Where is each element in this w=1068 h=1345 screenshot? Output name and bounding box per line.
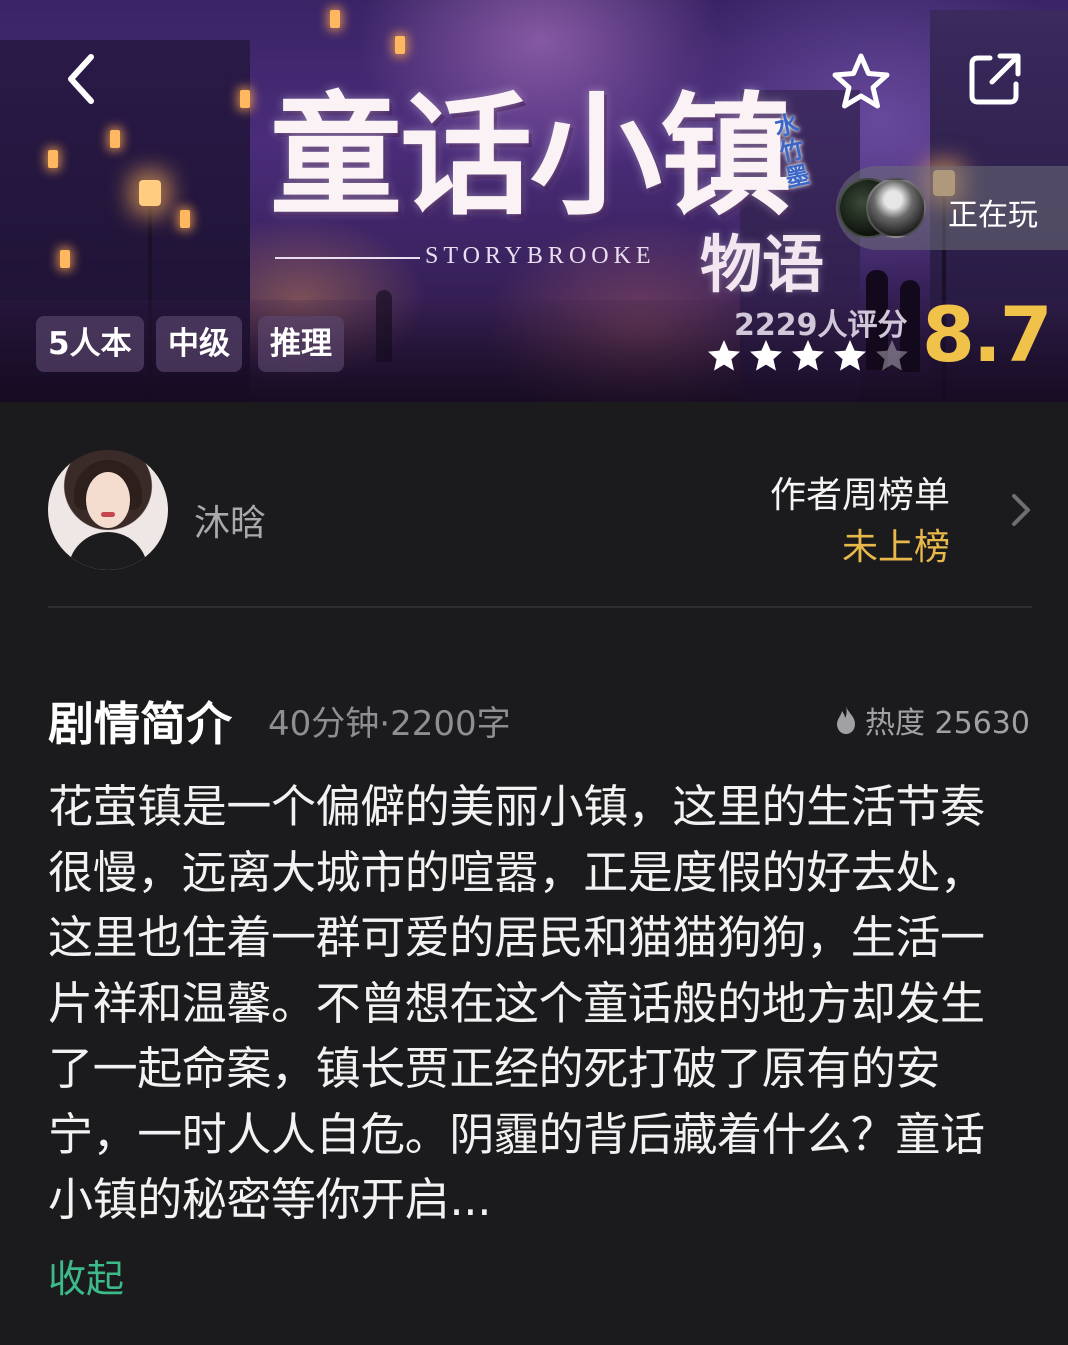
flame-icon bbox=[837, 706, 856, 734]
rating-score: 8.7 bbox=[922, 290, 1053, 379]
chevron-left-icon bbox=[68, 54, 94, 104]
window-light bbox=[180, 210, 190, 228]
back-button[interactable] bbox=[46, 44, 116, 114]
silhouette-figure bbox=[376, 290, 392, 362]
author-avatar[interactable] bbox=[48, 450, 168, 570]
avatar-face bbox=[86, 472, 130, 528]
tag-genre: 推理 bbox=[258, 316, 344, 372]
star-filled-icon bbox=[792, 340, 824, 371]
tag-player-count: 5人本 bbox=[36, 316, 144, 372]
divider bbox=[48, 606, 1032, 608]
title-rule bbox=[275, 257, 420, 259]
author-name[interactable]: 沐晗 bbox=[194, 494, 266, 546]
star-empty-icon bbox=[876, 340, 908, 371]
game-subtitle: 物语 bbox=[700, 228, 825, 301]
heat-indicator: 热度 25630 bbox=[833, 698, 1030, 742]
share-icon bbox=[969, 53, 1021, 105]
avatar-body bbox=[68, 532, 148, 570]
lamp-glow bbox=[139, 180, 161, 206]
player-avatar bbox=[866, 178, 926, 238]
game-title-english: STORYBROOKE bbox=[425, 243, 656, 269]
favorite-button[interactable] bbox=[826, 46, 896, 116]
window-light bbox=[330, 10, 340, 28]
window-light bbox=[48, 150, 58, 168]
window-light bbox=[110, 130, 120, 148]
heat-value: 热度 25630 bbox=[865, 706, 1030, 741]
synopsis-title: 剧情简介 bbox=[48, 697, 232, 751]
hero-banner: 童话小镇 STORYBROOKE 物语 水竹墨 正在玩 5人本 中级 推理 22… bbox=[0, 0, 1068, 402]
star-filled-icon bbox=[708, 340, 740, 371]
tag-difficulty: 中级 bbox=[156, 316, 242, 372]
now-playing-pill[interactable]: 正在玩 bbox=[836, 166, 1068, 250]
window-light bbox=[240, 90, 250, 108]
window-light bbox=[60, 250, 70, 268]
star-filled-icon bbox=[750, 340, 782, 371]
star-outline-icon bbox=[832, 53, 890, 109]
avatar-lips bbox=[101, 512, 115, 517]
star-filled-icon bbox=[834, 340, 866, 371]
game-title: 童话小镇 bbox=[270, 79, 792, 234]
author-rank-title: 作者周榜单 bbox=[769, 475, 950, 516]
collapse-button[interactable]: 收起 bbox=[48, 1248, 124, 1303]
author-rank-value: 未上榜 bbox=[841, 527, 950, 568]
synopsis-meta: 40分钟·2200字 bbox=[268, 704, 511, 744]
synopsis-body: 花萤镇是一个偏僻的美丽小镇，这里的生活节奏很慢，远离大城市的喧嚣，正是度假的好去… bbox=[48, 780, 985, 1226]
now-playing-label: 正在玩 bbox=[948, 198, 1038, 233]
rating-stars bbox=[706, 338, 910, 374]
author-row[interactable]: 沐晗 作者周榜单 未上榜 bbox=[0, 402, 1068, 608]
chevron-right-icon[interactable] bbox=[1004, 490, 1036, 530]
share-button[interactable] bbox=[960, 44, 1030, 114]
